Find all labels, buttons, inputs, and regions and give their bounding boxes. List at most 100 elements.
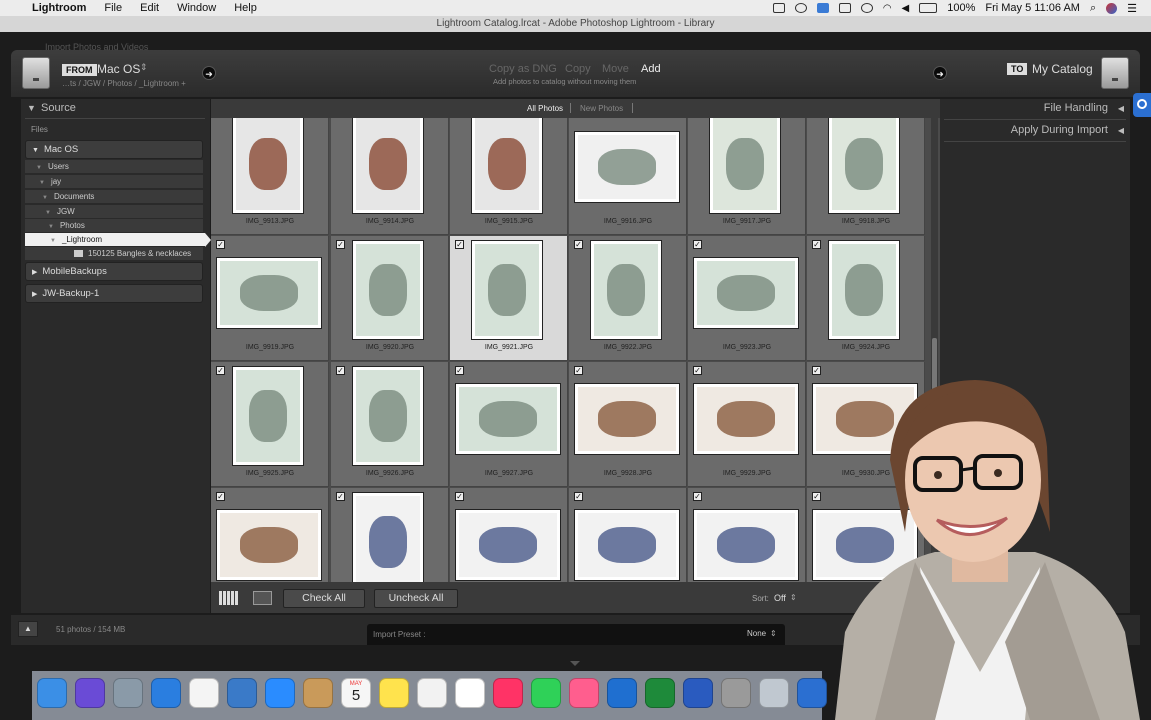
include-checkbox[interactable]: ✓: [455, 240, 464, 249]
include-checkbox[interactable]: ✓: [574, 366, 583, 375]
tree-folder-lightroom-selected[interactable]: ▼ _Lightroom: [25, 233, 205, 247]
include-checkbox[interactable]: ✓: [693, 240, 702, 249]
tree-folder-jgw[interactable]: ▼ JGW: [25, 205, 203, 219]
outlook-icon[interactable]: [607, 678, 637, 708]
siri-icon[interactable]: [1106, 2, 1118, 14]
finder-icon[interactable]: [37, 678, 67, 708]
volume-mac-os[interactable]: ▼ Mac OS: [25, 140, 203, 159]
sort-dropdown-icon[interactable]: ⇕: [790, 593, 797, 602]
photos-viewer-icon[interactable]: [455, 678, 485, 708]
photo-cell[interactable]: ✓: [688, 488, 806, 582]
reminders-icon[interactable]: [417, 678, 447, 708]
include-checkbox[interactable]: ✓: [574, 240, 583, 249]
photo-cell[interactable]: ✓ IMG_9919.JPG: [211, 236, 329, 361]
photo-cell[interactable]: ✓ IMG_9926.JPG: [331, 362, 449, 487]
tab-all-photos[interactable]: All Photos: [527, 104, 563, 113]
photo-cell[interactable]: ✓: [331, 488, 449, 582]
photo-thumbnail[interactable]: [456, 384, 560, 454]
battery-icon[interactable]: [919, 3, 938, 13]
tree-folder-users[interactable]: ▼ Users: [25, 160, 203, 174]
photo-cell[interactable]: IMG_9916.JPG: [569, 118, 687, 235]
safari-icon[interactable]: [151, 678, 181, 708]
photo-cell[interactable]: ✓ IMG_9924.JPG: [807, 236, 925, 361]
photo-cell[interactable]: IMG_9917.JPG: [688, 118, 806, 235]
expand-down-icon[interactable]: [570, 661, 580, 666]
photo-cell[interactable]: IMG_9914.JPG: [331, 118, 449, 235]
mail-icon[interactable]: [227, 678, 257, 708]
photo-thumbnail[interactable]: [829, 118, 899, 213]
photo-cell[interactable]: IMG_9915.JPG: [450, 118, 568, 235]
app-store-icon[interactable]: [265, 678, 295, 708]
collapse-left-icon[interactable]: ◀: [1118, 126, 1124, 135]
photos-icon[interactable]: [493, 678, 523, 708]
photo-thumbnail[interactable]: [575, 510, 679, 580]
source-drive-icon[interactable]: [22, 57, 50, 89]
photo-thumbnail[interactable]: [575, 384, 679, 454]
photo-thumbnail[interactable]: [353, 367, 423, 465]
photo-thumbnail[interactable]: [591, 241, 661, 339]
photo-cell[interactable]: ✓ IMG_9923.JPG: [688, 236, 806, 361]
photo-thumbnail[interactable]: [710, 118, 780, 213]
photo-thumbnail[interactable]: [233, 367, 303, 465]
import-preset-bar[interactable]: Import Preset : None ⇕: [367, 624, 785, 645]
teamviewer-side-tab[interactable]: [1133, 93, 1151, 117]
collapse-triangle-icon[interactable]: ▼: [27, 103, 36, 113]
calendar-icon[interactable]: MAY 5: [341, 678, 371, 708]
include-checkbox[interactable]: ✓: [216, 240, 225, 249]
photo-cell[interactable]: ✓ IMG_9929.JPG: [688, 362, 806, 487]
tree-folder-photos[interactable]: ▼ Photos: [25, 219, 203, 233]
file-handling-header[interactable]: File Handling: [1044, 102, 1108, 114]
sort-value[interactable]: Off: [774, 593, 786, 603]
photo-cell[interactable]: ✓ IMG_9927.JPG: [450, 362, 568, 487]
menu-file[interactable]: File: [104, 2, 122, 14]
photo-cell[interactable]: ✓ IMG_9920.JPG: [331, 236, 449, 361]
excel-icon[interactable]: [645, 678, 675, 708]
mode-add[interactable]: Add: [641, 63, 661, 75]
notes-icon[interactable]: [379, 678, 409, 708]
tree-folder-documents[interactable]: ▼ Documents: [25, 190, 203, 204]
clock[interactable]: Fri May 5 11:06 AM: [985, 2, 1080, 14]
archive-utility-icon[interactable]: [759, 678, 789, 708]
photo-thumbnail[interactable]: [575, 132, 679, 202]
menu-window[interactable]: Window: [177, 2, 216, 14]
include-checkbox[interactable]: ✓: [693, 366, 702, 375]
spotlight-search-icon[interactable]: ⌕: [1090, 2, 1096, 15]
photo-cell[interactable]: ✓: [450, 488, 568, 582]
preset-dropdown-icon[interactable]: ⇕: [770, 629, 777, 638]
system-preferences-icon[interactable]: [721, 678, 751, 708]
volume-icon[interactable]: ◀: [902, 3, 910, 14]
expand-up-icon[interactable]: ▲: [18, 621, 38, 637]
photo-thumbnail[interactable]: [353, 118, 423, 213]
include-checkbox[interactable]: ✓: [216, 366, 225, 375]
teamviewer-icon[interactable]: [816, 3, 829, 13]
word-icon[interactable]: [683, 678, 713, 708]
tree-folder-jay[interactable]: ▼ jay: [25, 175, 203, 189]
volume-mobilebackups[interactable]: ▶ MobileBackups: [25, 262, 203, 281]
from-path[interactable]: …ts / JGW / Photos / _Lightroom +: [62, 79, 186, 88]
photo-thumbnail[interactable]: [217, 510, 321, 580]
mode-copy-as-dng[interactable]: Copy as DNG: [489, 63, 557, 75]
photo-thumbnail[interactable]: [217, 258, 321, 328]
photo-thumbnail[interactable]: [353, 493, 423, 582]
destination-drive-icon[interactable]: [1101, 57, 1129, 89]
screen-share-icon[interactable]: [772, 3, 785, 13]
photo-thumbnail[interactable]: [829, 241, 899, 339]
photo-cell[interactable]: IMG_9918.JPG: [807, 118, 925, 235]
photo-cell[interactable]: ✓ IMG_9925.JPG: [211, 362, 329, 487]
photo-thumbnail[interactable]: [694, 510, 798, 580]
launchpad-icon[interactable]: [113, 678, 143, 708]
include-checkbox[interactable]: ✓: [336, 492, 345, 501]
import-preset-value[interactable]: None: [747, 629, 766, 638]
contacts-icon[interactable]: [303, 678, 333, 708]
photo-thumbnail[interactable]: [472, 118, 542, 213]
preview-icon[interactable]: [189, 678, 219, 708]
photo-cell[interactable]: ✓ IMG_9921.JPG: [450, 236, 568, 361]
photo-thumbnail[interactable]: [694, 384, 798, 454]
include-checkbox[interactable]: ✓: [574, 492, 583, 501]
tab-new-photos[interactable]: New Photos: [580, 104, 623, 113]
apply-during-import-header[interactable]: Apply During Import: [1011, 124, 1108, 136]
photo-thumbnail[interactable]: [472, 241, 542, 339]
facetime-icon[interactable]: [531, 678, 561, 708]
menu-help[interactable]: Help: [234, 2, 257, 14]
dropbox-icon[interactable]: [838, 3, 851, 13]
